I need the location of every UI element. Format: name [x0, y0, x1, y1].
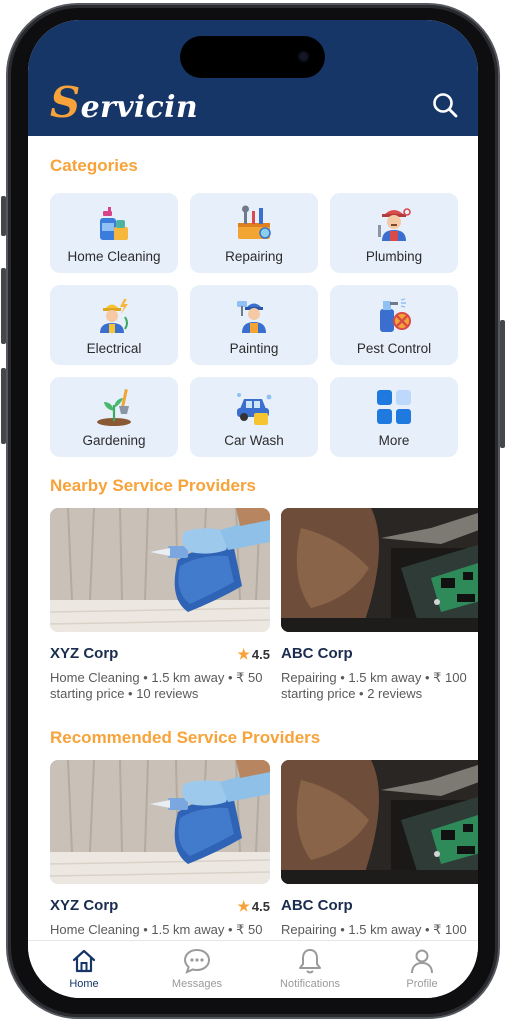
star-icon: ★	[237, 646, 250, 662]
category-label: Repairing	[225, 249, 283, 264]
nav-home[interactable]: Home	[28, 947, 140, 990]
provider-rating: ★ 4.5	[237, 898, 270, 915]
provider-rating: ★ 4.5	[237, 646, 270, 663]
provider-card[interactable]: ABC Corp ★ Repairing • 1.5 km away • ₹ 1…	[281, 508, 478, 701]
category-label: More	[378, 433, 410, 448]
recommended-title: Recommended Service Providers	[50, 728, 321, 747]
app-header: Servicin	[28, 20, 478, 136]
shovel-plant-icon	[97, 388, 131, 426]
bottom-navigation: Home Messages Notifications Profile	[28, 940, 478, 998]
bell-icon	[299, 949, 321, 974]
cleaning-spray-photo	[50, 508, 270, 632]
electrician-icon	[100, 299, 128, 333]
category-label: Car Wash	[224, 433, 284, 448]
category-repairing[interactable]: Repairing	[190, 193, 318, 273]
category-home-cleaning[interactable]: Home Cleaning	[50, 193, 178, 273]
category-label: Electrical	[86, 341, 142, 356]
provider-name: ABC Corp	[281, 897, 353, 914]
provider-name: XYZ Corp	[50, 645, 119, 662]
provider-name: XYZ Corp	[50, 897, 119, 914]
circuit-repair-photo	[281, 508, 478, 632]
plumber-icon	[378, 208, 411, 241]
category-car-wash[interactable]: Car Wash	[190, 377, 318, 457]
pest-spray-icon	[380, 298, 411, 332]
category-more[interactable]: More	[330, 377, 458, 457]
cleaning-spray-photo	[50, 760, 270, 884]
category-pest-control[interactable]: Pest Control	[330, 285, 458, 365]
category-electrical[interactable]: Electrical	[50, 285, 178, 365]
nav-label: Profile	[406, 978, 438, 990]
cleaning-supplies-icon	[100, 207, 128, 240]
provider-details: Home Cleaning • 1.5 km away • ₹ 50 start…	[50, 670, 263, 701]
action-button	[1, 196, 6, 236]
volume-down-button	[1, 368, 6, 444]
nav-label: Messages	[171, 978, 223, 990]
logo-initial: S	[50, 78, 81, 127]
chat-bubble-icon	[183, 948, 211, 974]
categories-title: Categories	[50, 156, 138, 175]
nearby-title: Nearby Service Providers	[50, 476, 257, 495]
app-logo: Servicin	[50, 78, 198, 127]
provider-details: Repairing • 1.5 km away • ₹ 100 starting…	[281, 670, 467, 701]
category-plumbing[interactable]: Plumbing	[330, 193, 458, 273]
power-button	[500, 320, 505, 448]
category-label: Plumbing	[365, 249, 423, 264]
rating-value: 4.5	[251, 899, 270, 914]
nav-messages[interactable]: Messages	[141, 947, 253, 990]
volume-up-button	[1, 268, 6, 344]
provider-card[interactable]: XYZ Corp ★ 4.5 Home Cleaning • 1.5 km awa…	[50, 508, 270, 701]
provider-name: ABC Corp	[281, 645, 353, 662]
category-label: Gardening	[82, 433, 146, 448]
category-label: Home Cleaning	[67, 249, 161, 264]
circuit-repair-photo	[281, 760, 478, 884]
dynamic-island	[180, 36, 325, 78]
nav-profile[interactable]: Profile	[366, 947, 478, 990]
painter-icon	[237, 301, 266, 333]
user-icon	[411, 949, 433, 974]
nav-label: Notifications	[280, 978, 340, 990]
home-icon	[72, 949, 96, 973]
category-label: Pest Control	[356, 341, 432, 356]
logo-text: ervicin	[80, 90, 198, 125]
category-gardening[interactable]: Gardening	[50, 377, 178, 457]
rating-value: 4.5	[251, 647, 270, 662]
provider-card[interactable]: ABC Corp ★ Repairing • 1.5 km away • ₹ 1…	[281, 760, 478, 953]
app-screen: Servicin Categories Home Cleaning Repair…	[28, 20, 478, 998]
nav-label: Home	[69, 978, 99, 990]
car-wash-icon	[237, 393, 272, 425]
toolbox-icon	[238, 205, 271, 239]
category-painting[interactable]: Painting	[190, 285, 318, 365]
search-icon	[433, 93, 458, 118]
star-icon: ★	[237, 898, 250, 914]
search-button[interactable]	[430, 90, 460, 120]
front-camera	[298, 51, 309, 62]
nav-notifications[interactable]: Notifications	[254, 947, 366, 990]
grid-more-icon	[377, 390, 411, 424]
provider-card[interactable]: XYZ Corp ★ 4.5 Home Cleaning • 1.5 km awa…	[50, 760, 270, 953]
category-label: Painting	[229, 341, 279, 356]
